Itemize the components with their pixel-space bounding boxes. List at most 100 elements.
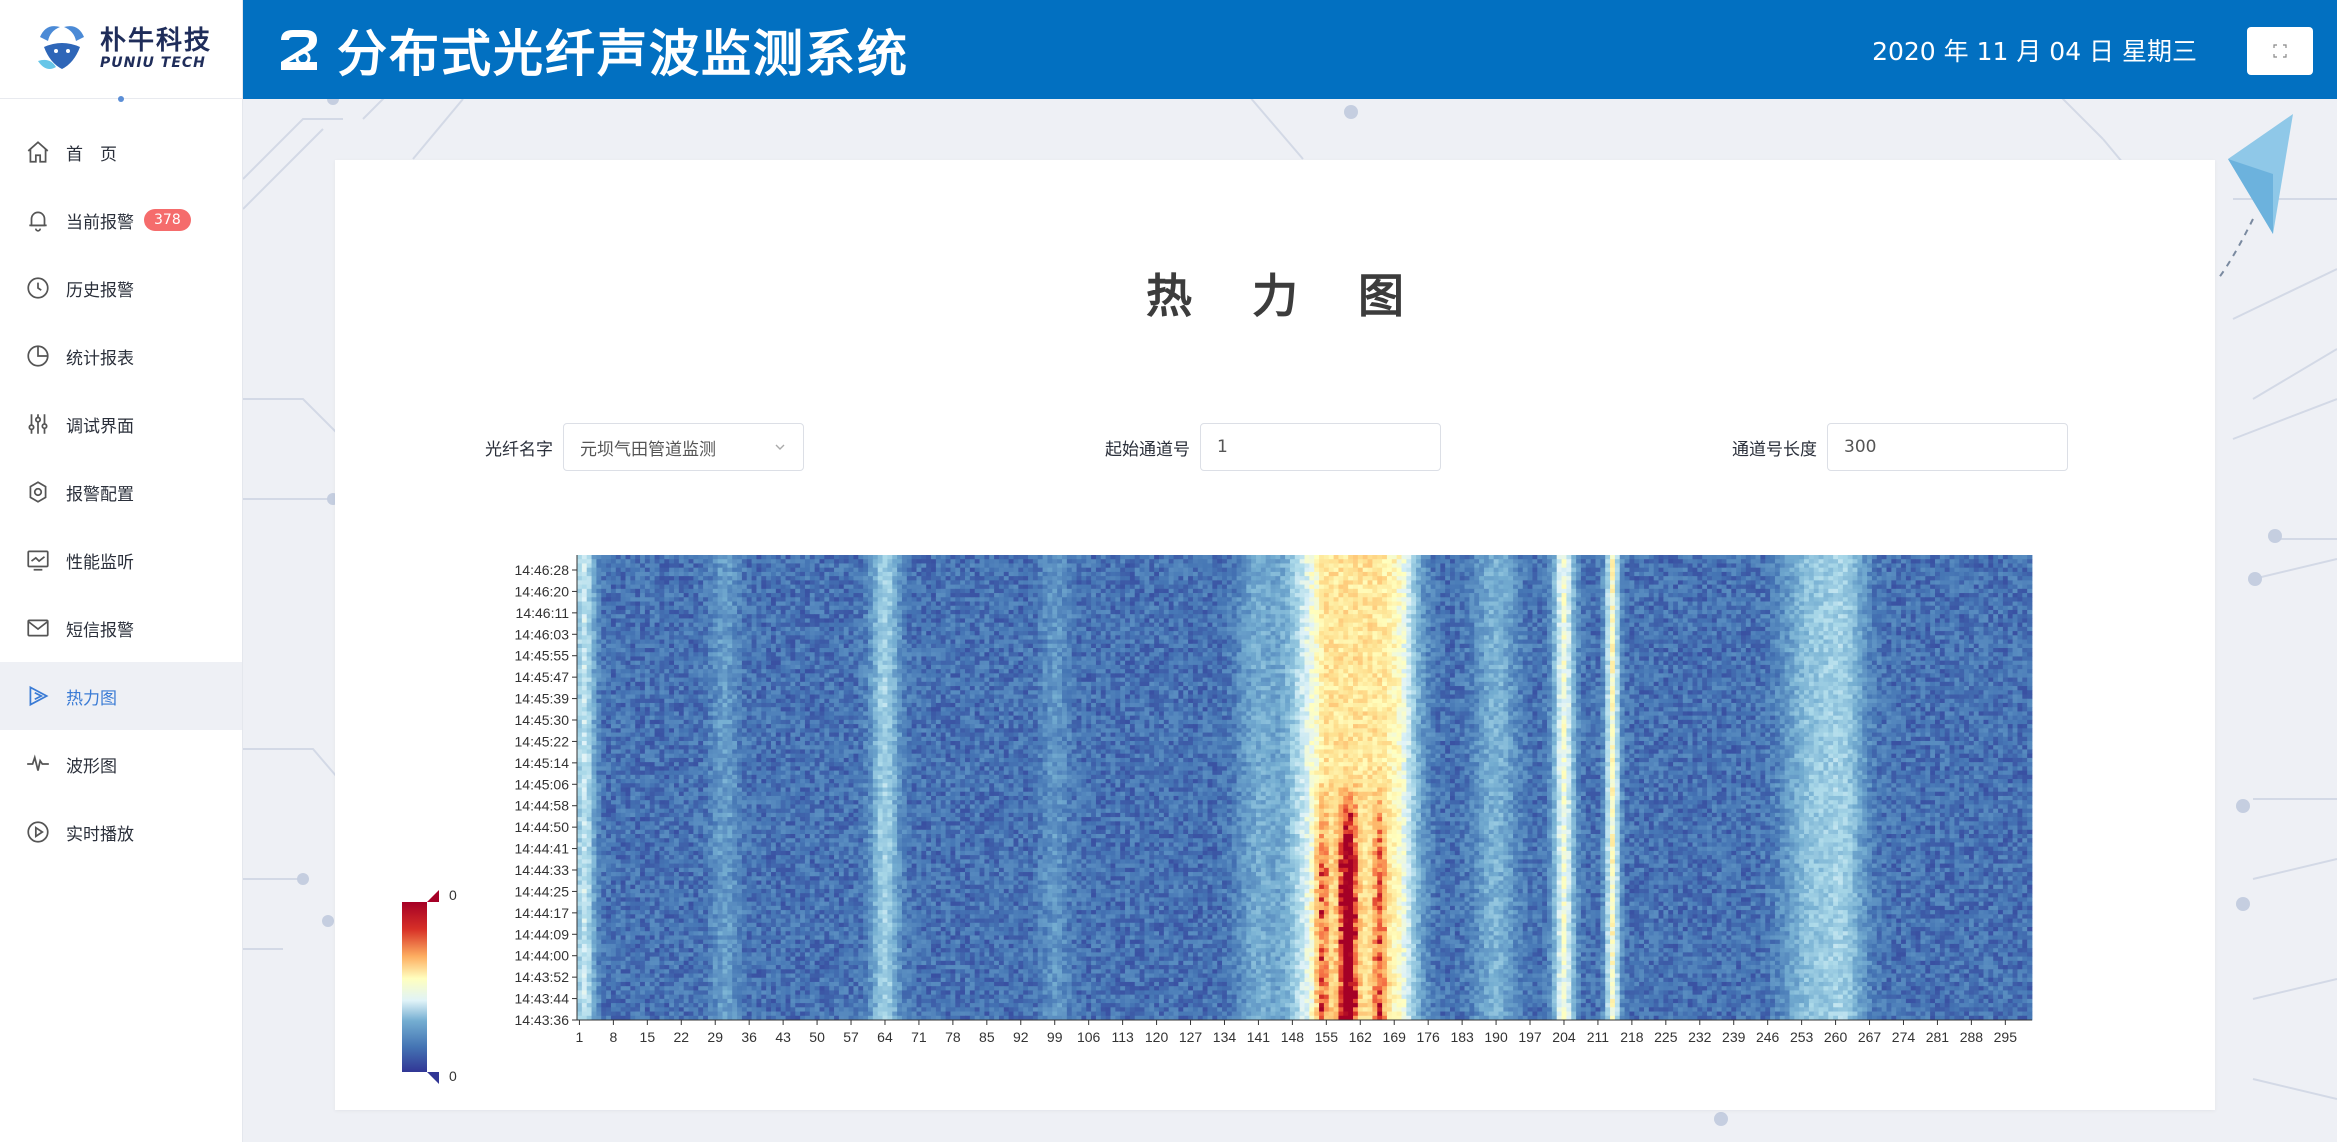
heatmap-cell: [1945, 610, 1950, 615]
heatmap-cell: [1246, 568, 1251, 573]
heatmap-cell: [1717, 572, 1722, 577]
heatmap-cell: [1610, 585, 1615, 590]
heatmap-cell: [1193, 602, 1198, 607]
heatmap-cell: [960, 618, 965, 623]
heatmap-cell: [1237, 585, 1242, 590]
heatmap-cell: [941, 618, 946, 623]
heatmap-cell: [921, 610, 926, 615]
heatmap-cell: [970, 563, 975, 568]
heatmap-cell: [626, 568, 631, 573]
heatmap-cell: [1979, 606, 1984, 611]
sidebar-item-performance[interactable]: 性能监听: [0, 526, 242, 594]
heatmap-cell: [1086, 563, 1091, 568]
heatmap-cell: [926, 614, 931, 619]
heatmap-cell: [1605, 580, 1610, 585]
heatmap-cell: [878, 610, 883, 615]
heatmap-cell: [771, 555, 776, 560]
heatmap-cell: [1377, 610, 1382, 615]
heatmap-cell: [1891, 593, 1896, 598]
sidebar-item-waveform[interactable]: 波形图: [0, 730, 242, 798]
heatmap-cell: [1697, 555, 1702, 560]
heatmap-cell: [1232, 610, 1237, 615]
heatmap-cell: [1169, 589, 1174, 594]
sidebar-item-home[interactable]: 首 页: [0, 118, 242, 186]
heatmap-cell: [1697, 597, 1702, 602]
heatmap-cell: [1731, 593, 1736, 598]
heatmap-cell: [689, 606, 694, 611]
heatmap-cell: [820, 585, 825, 590]
sidebar-item-realtime-play[interactable]: 实时播放: [0, 798, 242, 866]
heatmap-cell: [1377, 568, 1382, 573]
heatmap-cell: [1154, 597, 1159, 602]
heatmap-cell: [577, 580, 582, 585]
fullscreen-button[interactable]: [2247, 27, 2313, 75]
heatmap-cell: [1324, 618, 1329, 623]
heatmap-cell: [786, 597, 791, 602]
brand-logo[interactable]: 朴牛科技 PUNIU TECH: [0, 0, 242, 99]
sidebar-item-history-alarms[interactable]: 历史报警: [0, 254, 242, 322]
heatmap-cell: [1940, 555, 1945, 560]
heatmap-cell: [1450, 589, 1455, 594]
heatmap-cell: [1392, 580, 1397, 585]
heatmap-cell: [1935, 610, 1940, 615]
heatmap-cell: [1799, 568, 1804, 573]
heatmap-cell: [965, 555, 970, 560]
heatmap-cell: [723, 606, 728, 611]
sidebar-item-heatmap[interactable]: 热力图: [0, 662, 242, 730]
heatmap-cell: [1246, 585, 1251, 590]
heatmap-cell: [1188, 593, 1193, 598]
heatmap-cell: [708, 593, 713, 598]
heatmap-cell: [1077, 597, 1082, 602]
heatmap-cell: [655, 623, 660, 628]
heatmap-cell: [2008, 580, 2013, 585]
fiber-name-select[interactable]: 元坝气田管道监测: [563, 423, 804, 471]
heatmap-cell: [1610, 602, 1615, 607]
sidebar-item-alarm-config[interactable]: 报警配置: [0, 458, 242, 526]
heatmap-cell: [1232, 580, 1237, 585]
heatmap-cell: [1571, 568, 1576, 573]
heatmap-cell: [1673, 585, 1678, 590]
heatmap-cell: [727, 568, 732, 573]
heatmap-cell: [1450, 593, 1455, 598]
start-channel-input[interactable]: [1200, 423, 1441, 471]
heatmap-cell: [1101, 585, 1106, 590]
heatmap-icon: [24, 682, 52, 710]
channel-length-input[interactable]: [1827, 423, 2068, 471]
sidebar-item-sms-alarm[interactable]: 短信报警: [0, 594, 242, 662]
heatmap-cell: [1193, 576, 1198, 581]
heatmap-cell: [732, 589, 737, 594]
heatmap-cell: [1819, 602, 1824, 607]
heatmap-cell: [2017, 589, 2022, 594]
sidebar-item-label: 实时播放: [66, 820, 134, 845]
play-icon: [24, 818, 52, 846]
heatmap-cell: [1440, 618, 1445, 623]
heatmap-cell: [1969, 618, 1974, 623]
heatmap-cell: [1853, 559, 1858, 564]
heatmap-cell: [1508, 614, 1513, 619]
heatmap-cell: [1188, 585, 1193, 590]
heatmap-cell: [878, 568, 883, 573]
heatmap-cell: [1920, 585, 1925, 590]
heatmap-cell: [1421, 572, 1426, 577]
sidebar-item-current-alarms[interactable]: 当前报警 378: [0, 186, 242, 254]
heatmap-cell: [1241, 555, 1246, 560]
heatmap-cell: [1872, 572, 1877, 577]
heatmap-cell: [1217, 602, 1222, 607]
heatmap-cell: [1465, 580, 1470, 585]
heatmap-cell: [684, 568, 689, 573]
heatmap-cell: [1610, 563, 1615, 568]
heatmap-cell: [1508, 585, 1513, 590]
heatmap-cell: [1057, 589, 1062, 594]
heatmap-cell: [1392, 589, 1397, 594]
heatmap-cell: [878, 614, 883, 619]
heatmap-cell: [761, 568, 766, 573]
heatmap-cell: [1906, 606, 1911, 611]
heatmap-cell: [965, 563, 970, 568]
heatmap-cell: [1358, 576, 1363, 581]
heatmap-cell: [679, 610, 684, 615]
heatmap-cell: [1736, 576, 1741, 581]
sidebar-item-statistics[interactable]: 统计报表: [0, 322, 242, 390]
heatmap-cell: [1741, 597, 1746, 602]
heatmap-cell: [1809, 559, 1814, 564]
sidebar-item-debug[interactable]: 调试界面: [0, 390, 242, 458]
